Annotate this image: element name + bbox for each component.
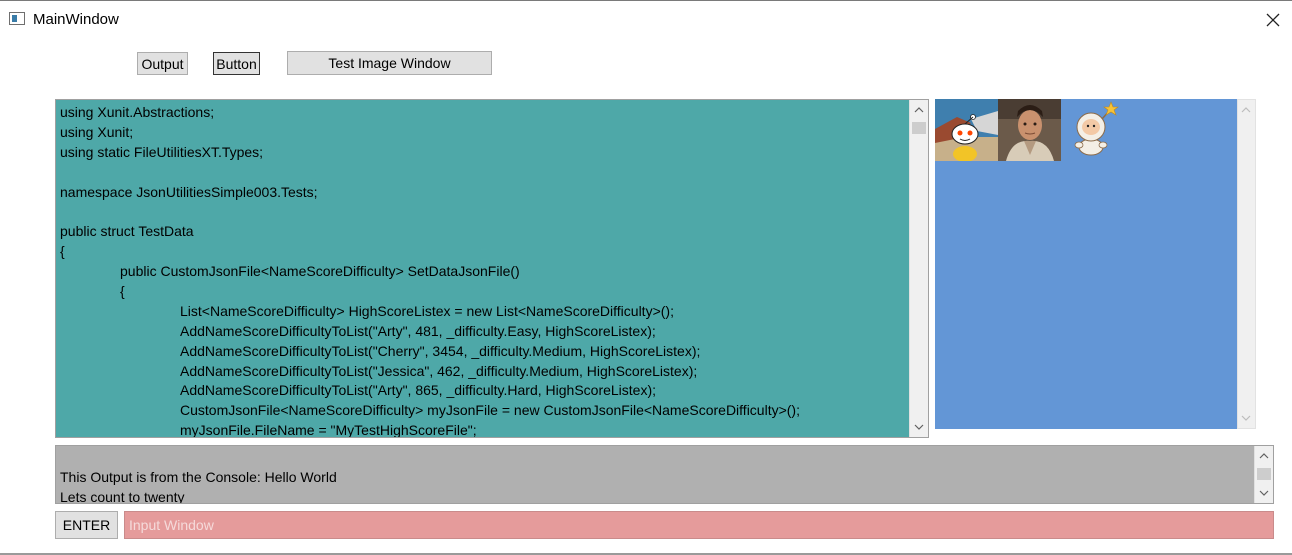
scroll-up-arrow-icon[interactable] xyxy=(1240,104,1252,116)
scroll-up-arrow-icon[interactable] xyxy=(913,104,925,116)
code-line: public CustomJsonFile<NameScoreDifficult… xyxy=(120,263,520,280)
code-view[interactable]: using Xunit.Abstractions; using Xunit; u… xyxy=(55,99,929,438)
image-panel xyxy=(935,99,1237,429)
code-line: AddNameScoreDifficultyToList("Arty", 481… xyxy=(180,322,656,339)
scroll-down-arrow-icon[interactable] xyxy=(1258,487,1270,499)
scroll-down-arrow-icon[interactable] xyxy=(1240,412,1252,424)
window-title: MainWindow xyxy=(33,11,119,28)
test-image-window-button[interactable]: Test Image Window xyxy=(287,51,492,75)
code-line: { xyxy=(120,283,125,300)
console-line: Lets count to twenty xyxy=(60,488,185,503)
code-line: namespace JsonUtilitiesSimple003.Tests; xyxy=(60,183,318,200)
scroll-up-arrow-icon[interactable] xyxy=(1258,450,1270,462)
code-text[interactable]: using Xunit.Abstractions; using Xunit; u… xyxy=(60,103,908,437)
code-scroll-thumb[interactable] xyxy=(912,122,926,134)
code-line: using Xunit; xyxy=(60,123,134,140)
scroll-down-arrow-icon[interactable] xyxy=(913,421,925,433)
code-line: AddNameScoreDifficultyToList("Jessica", … xyxy=(180,362,698,379)
console-output-text[interactable]: This Output is from the Console: Hello W… xyxy=(60,468,1250,503)
code-line: using Xunit.Abstractions; xyxy=(60,104,215,120)
code-line: public struct TestData xyxy=(60,223,194,240)
code-line: myJsonFile.FileName = "MyTestHighScoreFi… xyxy=(180,422,477,437)
code-line: AddNameScoreDifficultyToList("Cherry", 3… xyxy=(180,342,701,359)
code-vertical-scrollbar[interactable] xyxy=(909,100,928,437)
output-vertical-scrollbar[interactable] xyxy=(1254,446,1273,503)
enter-button[interactable]: ENTER xyxy=(55,511,118,539)
code-line: { xyxy=(60,243,65,260)
reddit-alien-icon[interactable] xyxy=(935,99,998,161)
app-window-icon xyxy=(9,12,25,25)
code-line: using static FileUtilitiesXT.Types; xyxy=(60,143,264,160)
console-output-panel[interactable]: This Output is from the Console: Hello W… xyxy=(55,445,1274,504)
code-line: AddNameScoreDifficultyToList("Arty", 865… xyxy=(180,382,657,399)
output-button[interactable]: Output xyxy=(137,52,188,75)
astronaut-icon[interactable] xyxy=(1061,99,1124,161)
button-button[interactable]: Button xyxy=(213,52,260,75)
input-window-field[interactable] xyxy=(124,511,1274,539)
image-vertical-scrollbar[interactable] xyxy=(1237,99,1256,429)
output-scroll-thumb[interactable] xyxy=(1257,468,1271,480)
code-line: CustomJsonFile<NameScoreDifficulty> myJs… xyxy=(180,402,800,419)
portrait-photo[interactable] xyxy=(998,99,1061,161)
code-line: List<NameScoreDifficulty> HighScoreListe… xyxy=(180,302,674,319)
close-icon[interactable] xyxy=(1258,5,1288,35)
console-line: This Output is from the Console: Hello W… xyxy=(60,469,337,485)
title-bar[interactable]: MainWindow xyxy=(0,1,1292,37)
